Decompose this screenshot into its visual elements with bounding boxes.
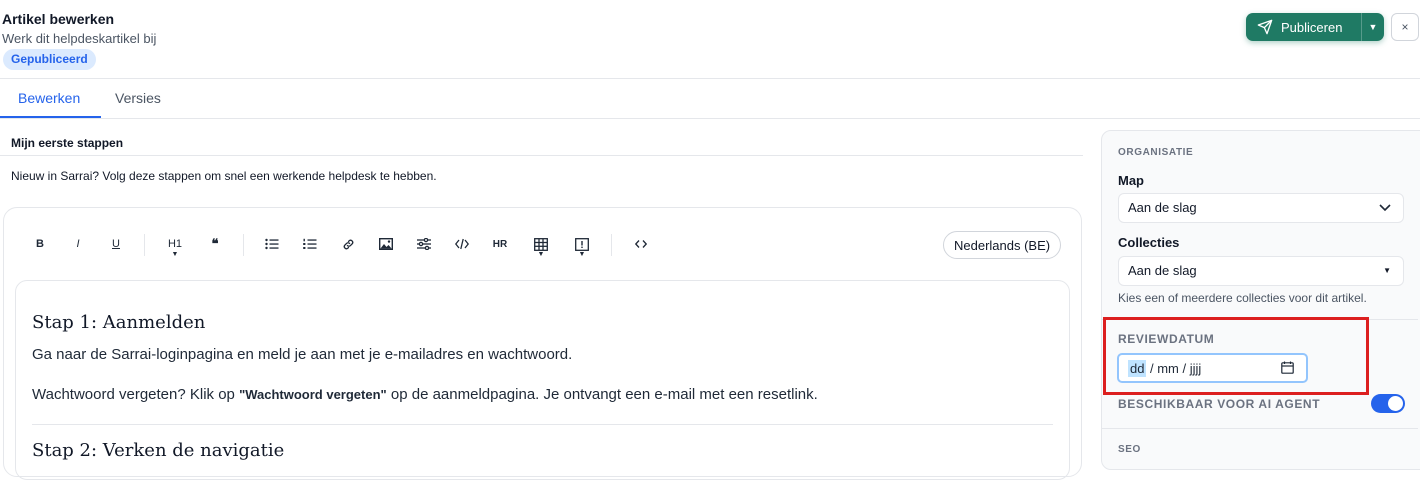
image-icon	[379, 238, 393, 250]
callout-chevron-icon: ▼	[578, 251, 586, 258]
chevron-down-icon	[1379, 194, 1391, 232]
settings-button[interactable]	[411, 233, 437, 255]
callout-dropdown[interactable]: ▼	[569, 233, 595, 258]
table-dropdown[interactable]: ▼	[528, 233, 554, 258]
content-paragraph: Wachtwoord vergeten? Klik op "Wachtwoord…	[32, 386, 818, 403]
collections-hint: Kies een of meerdere collecties voor dit…	[1118, 291, 1367, 305]
section-label-organisation: ORGANISATIE	[1118, 147, 1194, 158]
title-divider	[0, 155, 1083, 156]
publish-options-chevron-icon[interactable]: ▼	[1361, 13, 1384, 41]
bullet-list-button[interactable]	[259, 233, 285, 255]
tab-bewerken[interactable]: Bewerken	[18, 90, 80, 106]
italic-button[interactable]: I	[65, 233, 91, 255]
ai-agent-toggle[interactable]	[1371, 394, 1405, 413]
tab-versies[interactable]: Versies	[115, 90, 161, 106]
chevrons-code-icon	[635, 240, 647, 248]
ai-agent-label: BESCHIKBAAR VOOR AI AGENT	[1118, 397, 1321, 411]
review-date-highlight	[1103, 317, 1369, 395]
collections-select[interactable]: Aan de slag ▼	[1118, 256, 1404, 286]
map-select[interactable]: Aan de slag	[1118, 193, 1404, 223]
toolbar-separator	[611, 234, 612, 256]
article-summary-input[interactable]: Nieuw in Sarrai? Volg deze stappen om sn…	[11, 169, 437, 183]
heading-chevron-icon: ▼	[171, 251, 179, 258]
publish-button[interactable]: Publiceren	[1246, 13, 1362, 41]
source-code-button[interactable]	[628, 233, 654, 255]
tabs-divider	[0, 118, 1420, 119]
numbered-list-button[interactable]	[297, 233, 323, 255]
content-divider	[32, 424, 1053, 425]
code-icon	[455, 238, 469, 250]
caret-down-icon: ▼	[1383, 266, 1391, 275]
paragraph-text: op de aanmeldpagina. Je ontvangt een e-m…	[386, 386, 818, 403]
toolbar-separator	[243, 234, 244, 256]
close-button[interactable]: ×	[1391, 13, 1419, 41]
paragraph-text: Wachtwoord vergeten? Klik op	[32, 386, 240, 403]
sliders-icon	[417, 238, 431, 250]
link-icon	[343, 239, 353, 249]
sidebar-divider	[1102, 428, 1418, 429]
section-label-seo: SEO	[1118, 444, 1141, 455]
paragraph-bold-text: "Wachtwoord vergeten"	[239, 387, 387, 402]
quote-button[interactable]: ❝	[202, 233, 228, 255]
link-button[interactable]	[335, 233, 361, 255]
publish-button-group[interactable]: Publiceren ▼	[1246, 13, 1384, 41]
content-paragraph: Ga naar de Sarrai-loginpagina en meld je…	[32, 346, 573, 363]
publish-label: Publiceren	[1281, 19, 1343, 35]
collections-value: Aan de slag	[1128, 263, 1197, 278]
bold-button[interactable]: B	[27, 233, 53, 255]
page-subtitle: Werk dit helpdeskartikel bij	[2, 31, 157, 46]
article-title-input[interactable]: Mijn eerste stappen	[11, 136, 123, 150]
send-icon	[1257, 19, 1273, 35]
collections-label: Collecties	[1118, 235, 1180, 250]
header-divider	[0, 78, 1420, 79]
heading-dropdown[interactable]: H1 ▼	[162, 233, 188, 258]
table-chevron-icon: ▼	[537, 251, 545, 258]
language-selector[interactable]: Nederlands (BE)	[943, 231, 1062, 259]
image-button[interactable]	[373, 233, 399, 255]
content-heading-step2: Stap 2: Verken de navigatie	[32, 440, 285, 461]
numbered-list-icon	[303, 238, 317, 249]
map-label: Map	[1118, 173, 1144, 188]
status-badge: Gepubliceerd	[3, 49, 96, 70]
horizontal-rule-button[interactable]: HR	[487, 233, 513, 255]
content-heading-step1: Stap 1: Aanmelden	[32, 312, 206, 333]
table-icon	[534, 237, 548, 251]
toggle-knob	[1388, 396, 1403, 411]
callout-icon	[575, 237, 589, 251]
toolbar-separator	[144, 234, 145, 256]
heading-label: H1	[167, 238, 183, 250]
bullet-list-icon	[265, 238, 279, 250]
code-button[interactable]	[449, 233, 475, 255]
map-value: Aan de slag	[1128, 200, 1197, 215]
underline-button[interactable]: U	[103, 233, 129, 255]
page-title: Artikel bewerken	[2, 11, 115, 27]
